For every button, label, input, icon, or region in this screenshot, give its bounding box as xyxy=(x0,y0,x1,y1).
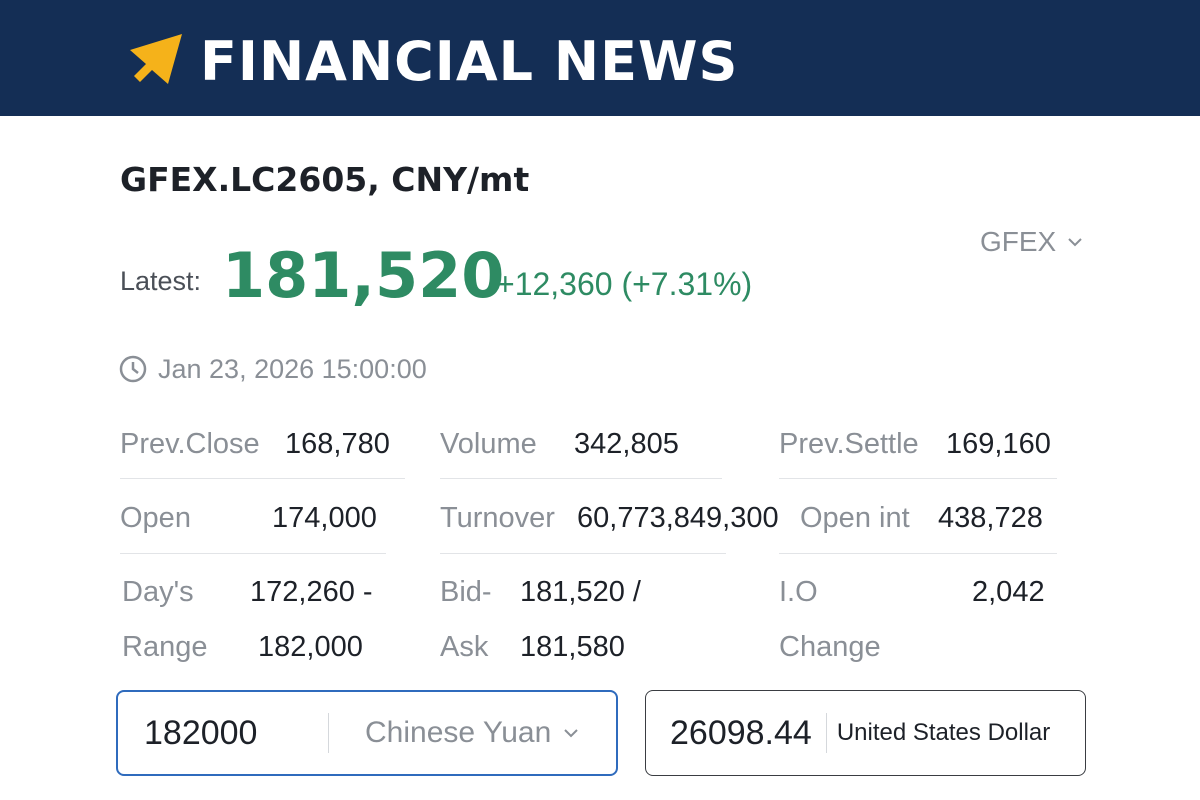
divider xyxy=(779,478,1057,479)
site-header: FINANCIAL NEWS xyxy=(0,0,1200,116)
divider xyxy=(779,553,1057,554)
converter-output-group: 26098.44 United States Dollar xyxy=(645,690,1086,776)
open-value: 174,000 xyxy=(272,502,377,534)
chevron-down-icon xyxy=(564,728,578,737)
open-int-label: Open int xyxy=(800,502,910,534)
divider xyxy=(120,553,386,554)
divider xyxy=(440,478,722,479)
bid-ask-label: Ask xyxy=(440,631,489,663)
brand-title[interactable]: FINANCIAL NEWS xyxy=(200,26,738,98)
converted-amount: 26098.44 xyxy=(670,713,812,752)
divider xyxy=(120,478,405,479)
io-change-value: 2,042 xyxy=(972,576,1045,608)
timestamp-text: Jan 23, 2026 15:00:00 xyxy=(158,353,427,384)
latest-price: 181,520 xyxy=(222,239,505,312)
bid-ask-value: 181,580 xyxy=(520,631,625,663)
currency-select[interactable]: Chinese Yuan xyxy=(329,716,579,750)
clock-icon xyxy=(119,355,147,383)
open-int-value: 438,728 xyxy=(938,502,1043,534)
days-range-label: Day's xyxy=(122,576,194,608)
currency-select-value: Chinese Yuan xyxy=(365,716,552,749)
bid-ask-label: Bid- xyxy=(440,576,492,608)
arrow-up-right-icon xyxy=(130,34,182,84)
exchange-select[interactable]: GFEX xyxy=(980,222,1084,262)
prev-settle-label: Prev.Settle xyxy=(779,428,919,460)
quote-timestamp: Jan 23, 2026 15:00:00 xyxy=(118,350,427,388)
converter-input-group: Chinese Yuan xyxy=(116,690,618,776)
volume-value: 342,805 xyxy=(574,428,679,460)
prev-close-label: Prev.Close xyxy=(120,428,260,460)
io-change-label: Change xyxy=(779,631,881,663)
price-change: +12,360 (+7.31%) xyxy=(496,266,753,302)
divider xyxy=(440,553,726,554)
output-currency: United States Dollar xyxy=(825,713,1050,753)
bid-ask-value: 181,520 / xyxy=(520,576,641,608)
days-range-value: 182,000 xyxy=(258,631,363,663)
latest-label: Latest: xyxy=(120,266,202,296)
volume-label: Volume xyxy=(440,428,537,460)
days-range-value: 172,260 - xyxy=(250,576,373,608)
amount-input[interactable] xyxy=(118,693,328,773)
open-label: Open xyxy=(120,502,191,534)
prev-settle-value: 169,160 xyxy=(946,428,1051,460)
prev-close-value: 168,780 xyxy=(285,428,390,460)
days-range-label: Range xyxy=(122,631,208,663)
instrument-title: GFEX.LC2605, CNY/mt xyxy=(120,160,530,199)
io-change-label: I.O xyxy=(779,576,818,608)
turnover-value: 60,773,849,300 xyxy=(577,502,779,534)
turnover-label: Turnover xyxy=(440,502,555,534)
chevron-down-icon xyxy=(1068,238,1082,247)
exchange-select-value: GFEX xyxy=(980,226,1057,257)
